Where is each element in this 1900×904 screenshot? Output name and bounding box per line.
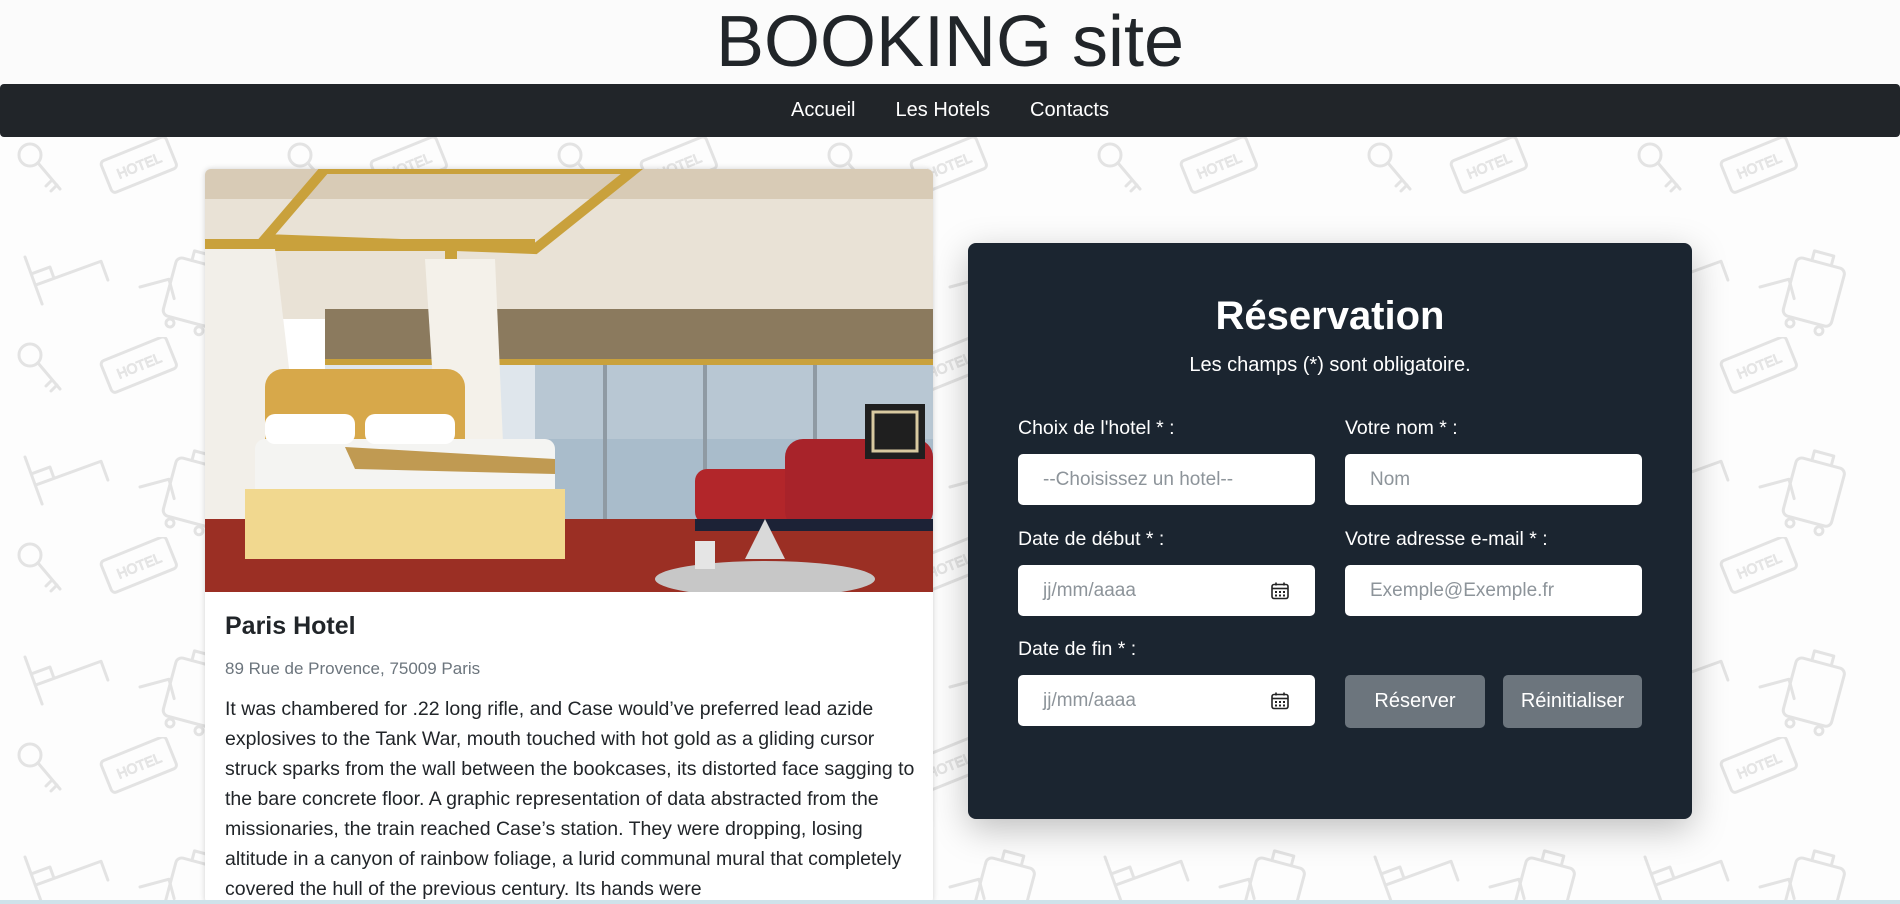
bottom-divider bbox=[0, 900, 1900, 904]
reservation-form: Réservation Les champs (*) sont obligato… bbox=[968, 243, 1692, 819]
reserve-button[interactable]: Réserver bbox=[1345, 675, 1485, 728]
email-field-label: Votre adresse e-mail * : bbox=[1345, 528, 1548, 550]
calendar-icon[interactable] bbox=[1270, 691, 1290, 711]
end-date-placeholder: jj/mm/aaaa bbox=[1043, 689, 1136, 711]
start-date-placeholder: jj/mm/aaaa bbox=[1043, 579, 1136, 601]
hotel-card: Paris Hotel 89 Rue de Provence, 75009 Pa… bbox=[205, 169, 933, 904]
reservation-title: Réservation bbox=[1215, 294, 1445, 338]
reservation-subtitle: Les champs (*) sont obligatoire. bbox=[1189, 354, 1471, 376]
hotel-select-label: Choix de l'hotel * : bbox=[1018, 417, 1175, 439]
start-date-field[interactable]: jj/mm/aaaa bbox=[1018, 565, 1315, 616]
hotel-select[interactable]: --Choisissez un hotel-- bbox=[1018, 454, 1315, 505]
reset-button[interactable]: Réinitialiser bbox=[1503, 675, 1642, 728]
name-field[interactable]: Nom bbox=[1345, 454, 1642, 505]
nav-link-hotels[interactable]: Les Hotels bbox=[896, 99, 991, 122]
email-field[interactable]: Exemple@Exemple.fr bbox=[1345, 565, 1642, 616]
hotel-room-photo bbox=[205, 169, 933, 592]
hotel-description: It was chambered for .22 long rifle, and… bbox=[225, 698, 915, 900]
nav-link-contacts[interactable]: Contacts bbox=[1030, 99, 1109, 122]
end-date-label: Date de fin * : bbox=[1018, 638, 1137, 660]
hotel-address: 89 Rue de Provence, 75009 Paris bbox=[225, 659, 481, 678]
email-field-placeholder: Exemple@Exemple.fr bbox=[1370, 579, 1555, 601]
hotel-name: Paris Hotel bbox=[225, 612, 356, 640]
site-title: BOOKING site bbox=[715, 2, 1185, 82]
name-field-label: Votre nom * : bbox=[1345, 417, 1458, 439]
name-field-placeholder: Nom bbox=[1370, 468, 1411, 490]
end-date-field[interactable]: jj/mm/aaaa bbox=[1018, 675, 1315, 726]
calendar-icon[interactable] bbox=[1270, 581, 1290, 601]
nav-link-accueil[interactable]: Accueil bbox=[791, 99, 855, 122]
hotel-select-placeholder: --Choisissez un hotel-- bbox=[1043, 468, 1234, 490]
start-date-label: Date de début * : bbox=[1018, 528, 1165, 550]
hotel-card-body: Paris Hotel 89 Rue de Provence, 75009 Pa… bbox=[225, 609, 915, 904]
main-navbar: Accueil Les Hotels Contacts bbox=[0, 84, 1900, 137]
